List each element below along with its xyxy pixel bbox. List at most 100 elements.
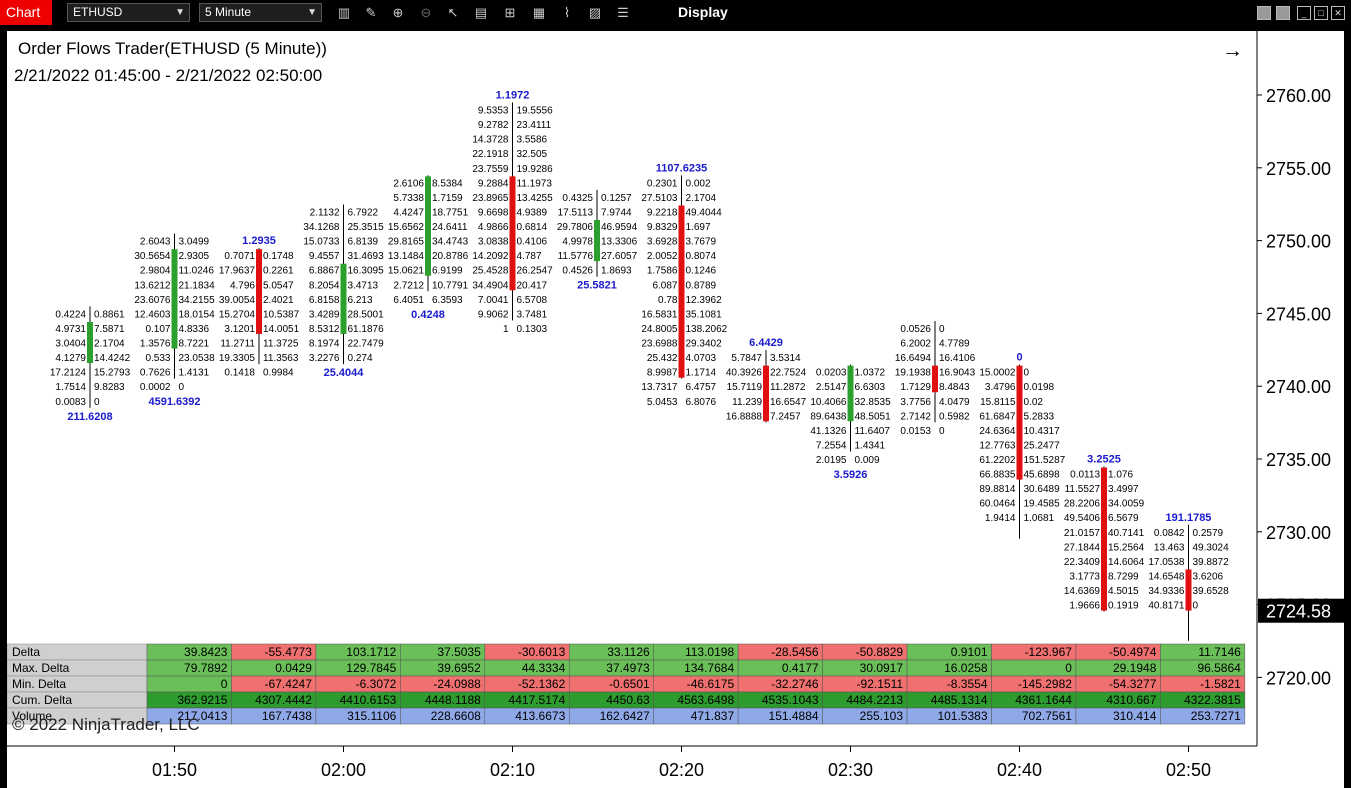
price-tick-label: 2760.00: [1266, 86, 1331, 106]
bar-total-label: 3.2525: [1087, 454, 1121, 466]
bid-volume: 27.5103: [641, 193, 678, 204]
stats-value: 113.0198: [685, 645, 734, 659]
bid-volume: 3.0838: [478, 237, 509, 248]
ask-volume: 27.6057: [601, 251, 638, 262]
stats-value: 103.1712: [346, 645, 396, 659]
ask-volume: 49.3024: [1193, 542, 1230, 553]
ask-volume: 19.4585: [1024, 499, 1061, 510]
bid-volume: 9.2884: [478, 178, 509, 189]
ask-volume: 15.2564: [1108, 542, 1145, 553]
properties-icon[interactable]: ▤: [471, 3, 491, 22]
bid-volume: 14.6548: [1148, 571, 1185, 582]
stats-value: 4484.2213: [846, 693, 903, 707]
time-tick-label: 02:10: [490, 760, 535, 780]
ask-volume: 32.505: [517, 149, 548, 160]
bar-body: [340, 263, 347, 334]
ask-volume: 21.1834: [179, 280, 216, 291]
zoom-out-icon[interactable]: ⊖: [416, 3, 436, 22]
ask-volume: 0: [94, 397, 100, 408]
tile-icon[interactable]: [1276, 6, 1290, 20]
stats-label: Min. Delta: [12, 677, 66, 691]
ask-volume: 3.5314: [770, 353, 801, 364]
tile-icon[interactable]: [1257, 6, 1271, 20]
stats-value: -32.2746: [771, 677, 819, 691]
bid-volume: 89.8814: [979, 484, 1016, 495]
ask-volume: 4.8336: [179, 324, 210, 335]
time-tick-label: 02:30: [828, 760, 873, 780]
bid-volume: 1.3576: [140, 339, 171, 350]
instrument-selector[interactable]: ETHUSD ▼: [67, 3, 190, 22]
bid-volume: 40.8171: [1148, 601, 1185, 612]
ask-volume: 1.0681: [1024, 513, 1055, 524]
chart-panel[interactable]: 2760.00 2755.00 2750.00 2745.00 2740.00 2735.…: [7, 31, 1344, 788]
price-tick-label: 2755.00: [1266, 159, 1331, 179]
bid-volume: 3.0404: [55, 339, 86, 350]
bid-volume: 34.4904: [472, 280, 509, 291]
bid-volume: 66.8835: [979, 470, 1016, 481]
time-tick-label: 01:50: [152, 760, 197, 780]
chart-date-range: 2/21/2022 01:45:00 - 2/21/2022 02:50:00: [14, 66, 323, 85]
stats-value: 11.7146: [1198, 645, 1241, 659]
ask-volume: 22.7479: [348, 339, 385, 350]
list-icon[interactable]: ☰: [613, 3, 633, 22]
ask-volume: 3.6206: [1193, 571, 1224, 582]
stats-cell: [146, 675, 232, 693]
bid-volume: 23.7559: [472, 164, 509, 175]
zoom-in-icon[interactable]: ⊕: [388, 3, 408, 22]
bid-volume: 15.0621: [388, 266, 425, 277]
ask-volume: 6.6303: [855, 382, 886, 393]
bar-type-icon[interactable]: ▥: [334, 3, 354, 22]
bar-body: [763, 365, 769, 422]
ask-volume: 6.7922: [348, 207, 379, 218]
minimize-icon[interactable]: _: [1297, 6, 1311, 20]
interval-selector[interactable]: 5 Minute ▼: [199, 3, 322, 22]
bid-volume: 0.0526: [900, 324, 931, 335]
stats-value: 162.6427: [600, 709, 650, 723]
instrument-value: ETHUSD: [73, 5, 123, 19]
bid-volume: 0.2301: [647, 178, 678, 189]
bid-volume: 0.0203: [816, 368, 847, 379]
ask-volume: 6.8076: [686, 397, 717, 408]
templates-icon[interactable]: ▨: [585, 3, 605, 22]
maximize-icon[interactable]: □: [1314, 6, 1328, 20]
bid-volume: 13.1484: [388, 251, 425, 262]
stats-value: 4450.63: [606, 693, 650, 707]
order-flow-chart[interactable]: 2760.00 2755.00 2750.00 2745.00 2740.00 2735.…: [7, 31, 1344, 788]
chart-tab[interactable]: Chart: [0, 0, 52, 25]
indicators-icon[interactable]: ⊞: [500, 3, 520, 22]
bid-volume: 5.7847: [731, 353, 762, 364]
close-icon[interactable]: ✕: [1331, 6, 1345, 20]
ask-volume: 4.787: [517, 251, 542, 262]
bid-volume: 17.5113: [558, 207, 594, 218]
arrow-right-icon[interactable]: →: [1222, 39, 1243, 63]
bid-volume: 17.2124: [50, 368, 87, 379]
stats-value: -145.2982: [1018, 677, 1072, 691]
bid-volume: 0.533: [145, 353, 170, 364]
bid-volume: 25.432: [647, 353, 678, 364]
ask-volume: 3.7481: [517, 309, 548, 320]
bid-volume: 4.9866: [478, 222, 509, 233]
draw-tool-icon[interactable]: ✎: [361, 3, 381, 22]
bid-volume: 9.4557: [309, 251, 340, 262]
bid-volume: 4.9978: [562, 237, 593, 248]
ask-volume: 6.5679: [1108, 513, 1139, 524]
bid-volume: 2.7142: [900, 411, 931, 422]
stats-value: -28.5456: [771, 645, 819, 659]
ask-volume: 2.1704: [686, 193, 717, 204]
ask-volume: 16.4106: [939, 353, 976, 364]
bid-volume: 0.4526: [562, 266, 593, 277]
bid-volume: 0.78: [658, 295, 678, 306]
ask-volume: 32.8535: [855, 397, 892, 408]
ask-volume: 8.4843: [939, 382, 970, 393]
bid-volume: 0.4224: [55, 309, 86, 320]
ask-volume: 23.0538: [179, 353, 216, 364]
ask-volume: 0.2261: [263, 266, 294, 277]
ask-volume: 0.8861: [94, 309, 125, 320]
drawing-objects-icon[interactable]: ⌇: [557, 3, 577, 22]
chevron-down-icon: ▼: [175, 7, 185, 18]
ask-volume: 1.697: [686, 222, 711, 233]
strategies-icon[interactable]: ▦: [529, 3, 549, 22]
ask-volume: 7.9744: [601, 207, 632, 218]
pointer-icon[interactable]: ↖: [443, 3, 463, 22]
bid-volume: 13.6212: [134, 280, 171, 291]
